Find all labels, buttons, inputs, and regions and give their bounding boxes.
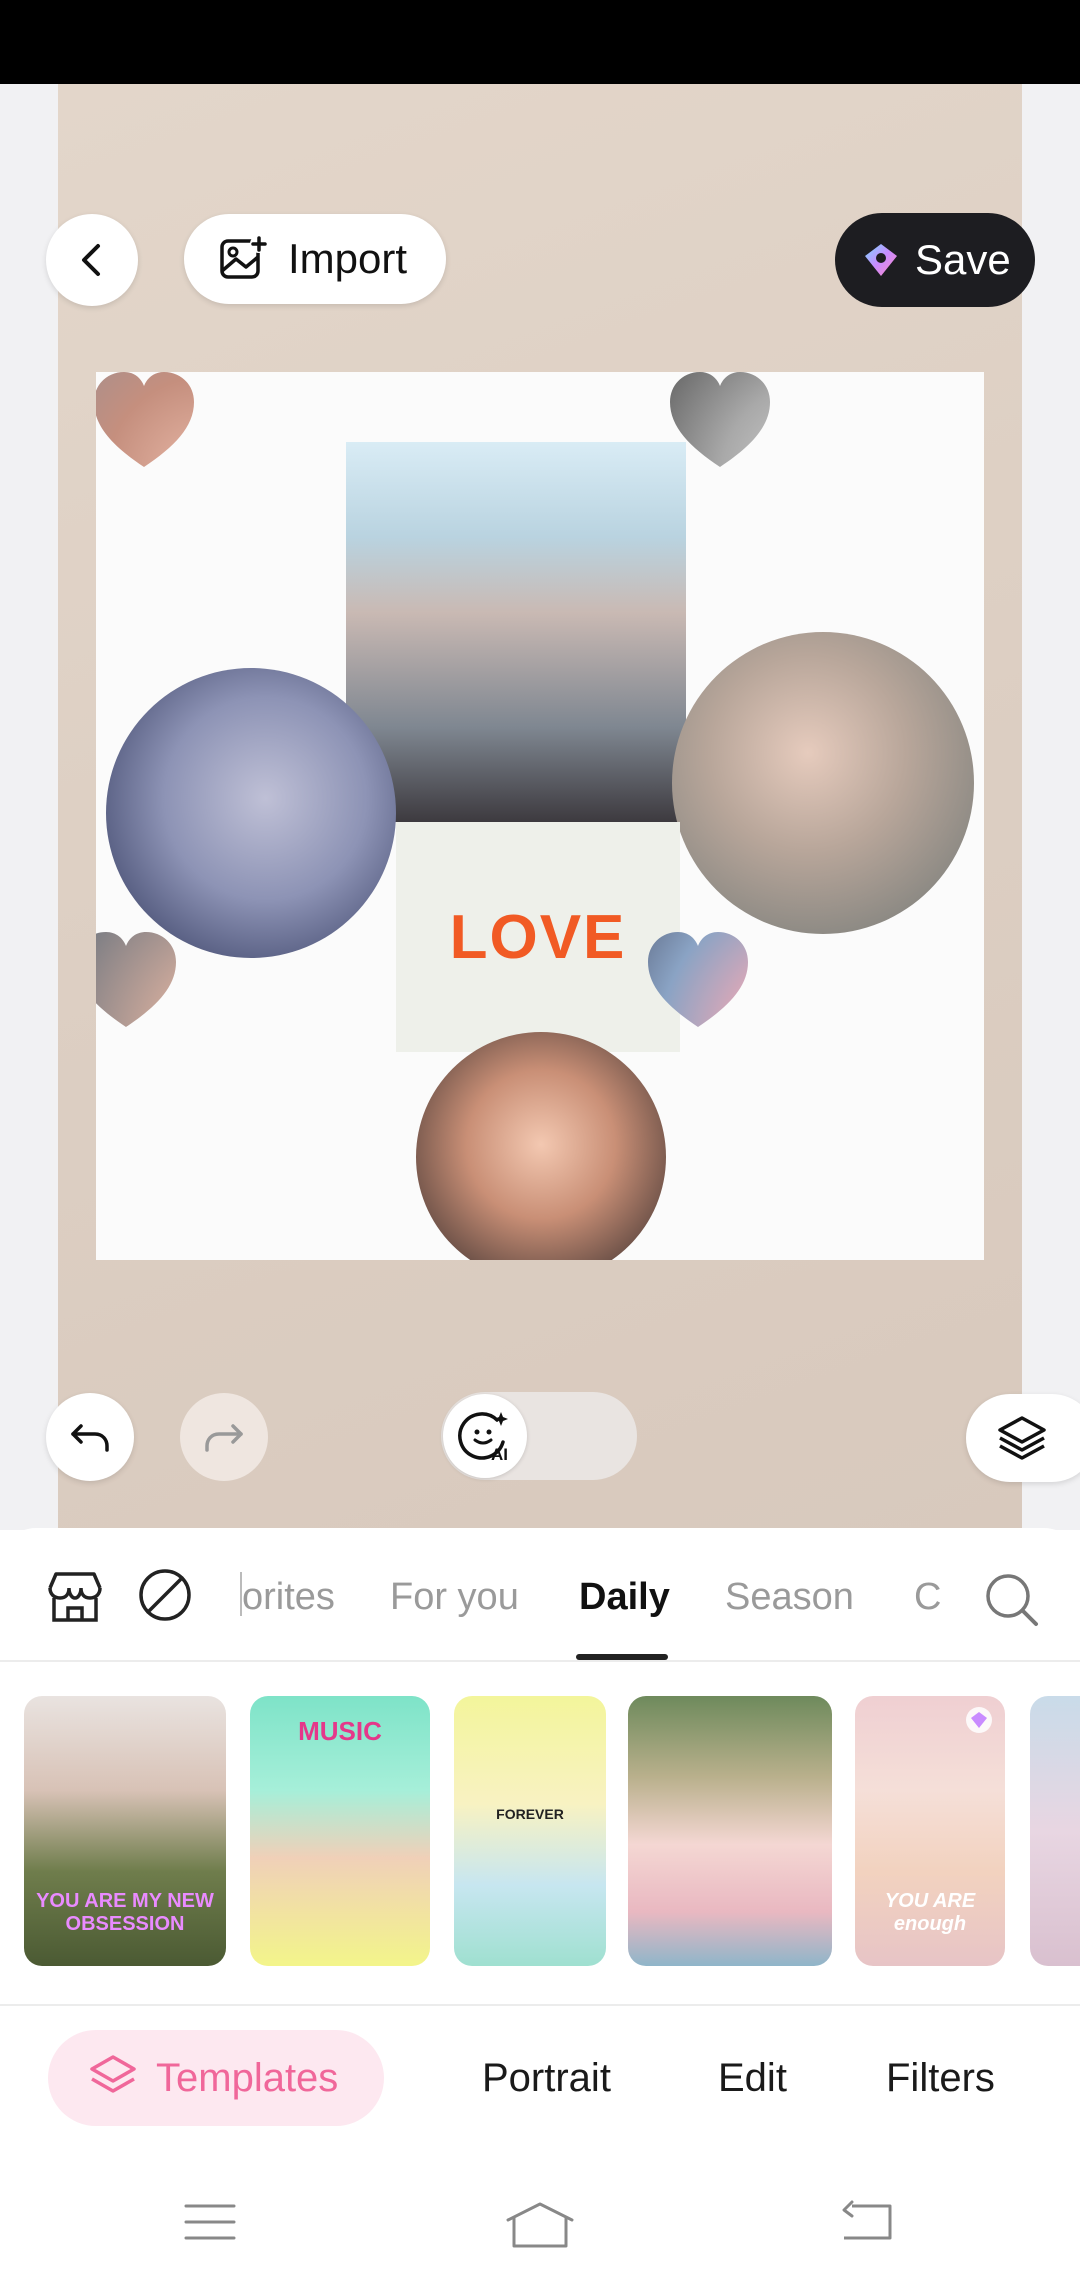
svg-text:AI: AI — [491, 1445, 508, 1464]
home-icon[interactable] — [504, 2200, 576, 2250]
love-text: LOVE — [449, 902, 627, 972]
ai-toggle[interactable]: AI — [441, 1392, 637, 1480]
undo-icon — [71, 1424, 109, 1452]
nav-templates-label: Templates — [156, 2055, 339, 2100]
template-caption: FOREVER — [496, 1806, 564, 1822]
store-icon[interactable] — [44, 1566, 106, 1628]
premium-diamond-icon — [865, 244, 897, 276]
category-separator — [0, 1660, 1080, 1662]
search-icon[interactable] — [982, 1570, 1042, 1630]
tab-for-you[interactable]: For you — [390, 1576, 519, 1619]
redo-icon — [205, 1424, 243, 1452]
template-caption: YOU ARE MY NEW OBSESSION — [36, 1890, 214, 1935]
collage-photo-heart-bottom-left[interactable] — [96, 932, 420, 1260]
template-caption: YOU ARE enough — [884, 1890, 976, 1935]
import-button[interactable]: Import — [184, 214, 446, 304]
template-thumb[interactable]: MUSIC — [250, 1696, 430, 1966]
collage-photo-center-couple[interactable] — [346, 442, 686, 822]
collage-photo-heart-top-right[interactable] — [670, 372, 970, 642]
nav-portrait[interactable]: Portrait — [482, 2056, 611, 2101]
template-thumbnails: YOU ARE MY NEW OBSESSION MUSIC FOREVER Y… — [0, 1696, 1080, 1968]
collage-photo-circle-left[interactable] — [106, 668, 396, 958]
template-thumb[interactable] — [628, 1696, 832, 1966]
ai-toggle-knob[interactable]: AI — [443, 1394, 527, 1478]
tab-season[interactable]: Season — [725, 1576, 854, 1619]
love-sticker[interactable]: LOVE — [396, 822, 680, 1052]
collage-photo-circle-right[interactable] — [672, 632, 974, 934]
redo-button[interactable] — [180, 1393, 268, 1481]
category-row: orites For you Daily Season C — [0, 1528, 1080, 1662]
layers-button[interactable] — [966, 1394, 1080, 1482]
back-nav-icon[interactable] — [838, 2200, 894, 2244]
template-thumb[interactable]: FOREVER — [454, 1696, 606, 1966]
templates-icon — [90, 2055, 136, 2093]
chevron-left-icon — [82, 244, 100, 276]
save-button[interactable]: Save — [835, 213, 1035, 307]
collage-photo-oval-bottom-center[interactable] — [416, 1032, 666, 1260]
import-label: Import — [288, 235, 408, 282]
tab-daily[interactable]: Daily — [579, 1576, 670, 1619]
ai-face-icon: AI — [458, 1412, 508, 1464]
layers-icon — [998, 1416, 1046, 1460]
template-caption: MUSIC — [298, 1716, 382, 1746]
save-label: Save — [915, 236, 1011, 283]
template-thumb[interactable]: YOU ARE MY NEW OBSESSION — [24, 1696, 226, 1966]
bottom-nav: Templates Portrait Edit Filters — [0, 2030, 1080, 2130]
no-template-icon[interactable] — [136, 1566, 194, 1624]
nav-templates[interactable]: Templates — [48, 2030, 384, 2126]
menu-icon[interactable] — [184, 2200, 236, 2244]
nav-edit[interactable]: Edit — [718, 2056, 787, 2101]
status-bar — [0, 0, 1080, 84]
tab-favorites[interactable]: orites — [242, 1576, 335, 1619]
system-navigation-bar — [0, 2170, 1080, 2280]
back-button[interactable] — [46, 214, 138, 306]
premium-badge-icon — [966, 1707, 992, 1733]
image-add-icon — [220, 235, 268, 279]
template-thumb[interactable]: YOU ARE enough — [855, 1696, 1005, 1966]
nav-filters[interactable]: Filters — [886, 2056, 995, 2101]
thumb-separator — [0, 2004, 1080, 2006]
tab-next-category[interactable]: C — [914, 1576, 941, 1619]
collage-photo-heart-bottom-right[interactable] — [648, 932, 984, 1260]
undo-button[interactable] — [46, 1393, 134, 1481]
photo-collage[interactable]: LOVE — [96, 372, 984, 1260]
category-tabs: orites For you Daily Season C — [242, 1528, 942, 1662]
template-thumb[interactable] — [1030, 1696, 1080, 1966]
